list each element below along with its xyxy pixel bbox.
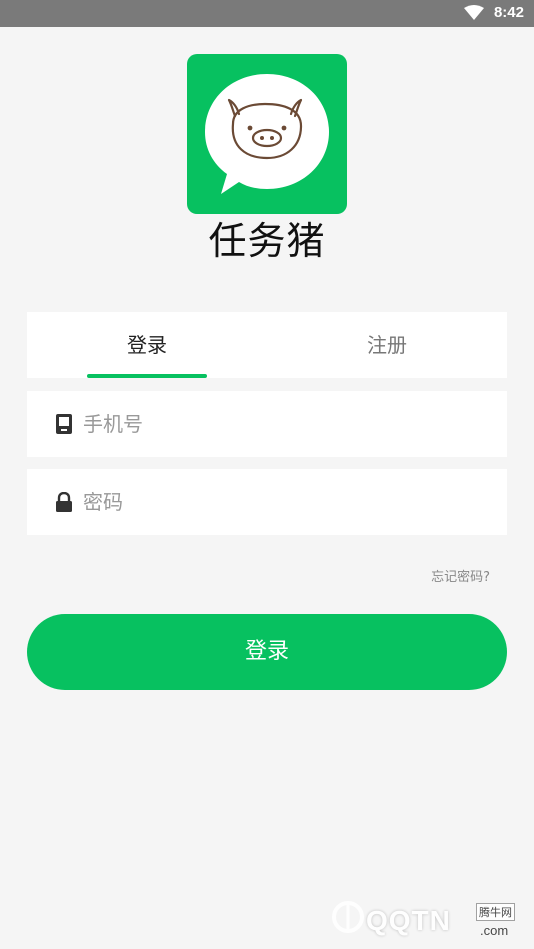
phone-icon [56,414,72,434]
pig-face-icon [205,74,329,194]
app-name: 任务猪 [208,219,326,263]
watermark-text: QQTN [366,905,451,936]
status-bar: 8:42 [0,0,534,27]
wifi-icon [464,5,484,20]
login-button[interactable]: 登录 [27,614,507,690]
status-time: 8:42 [493,4,524,21]
forgot-password-link[interactable]: 忘记密码? [431,566,490,585]
phone-input[interactable] [83,391,483,457]
watermark-cn: 腾牛网 [476,903,515,921]
app-logo [187,54,347,214]
phone-field [27,391,507,457]
password-input[interactable] [83,469,483,535]
tab-register[interactable]: 注册 [267,312,507,378]
auth-tabs: 登录 注册 [27,312,507,378]
watermark-suffix: .com [480,923,509,938]
watermark-logo-icon [332,901,364,933]
password-field [27,469,507,535]
active-tab-indicator [87,374,207,378]
lock-icon [56,492,72,512]
watermark: QQTN 腾牛网 .com [330,893,530,943]
tab-login[interactable]: 登录 [27,312,267,378]
